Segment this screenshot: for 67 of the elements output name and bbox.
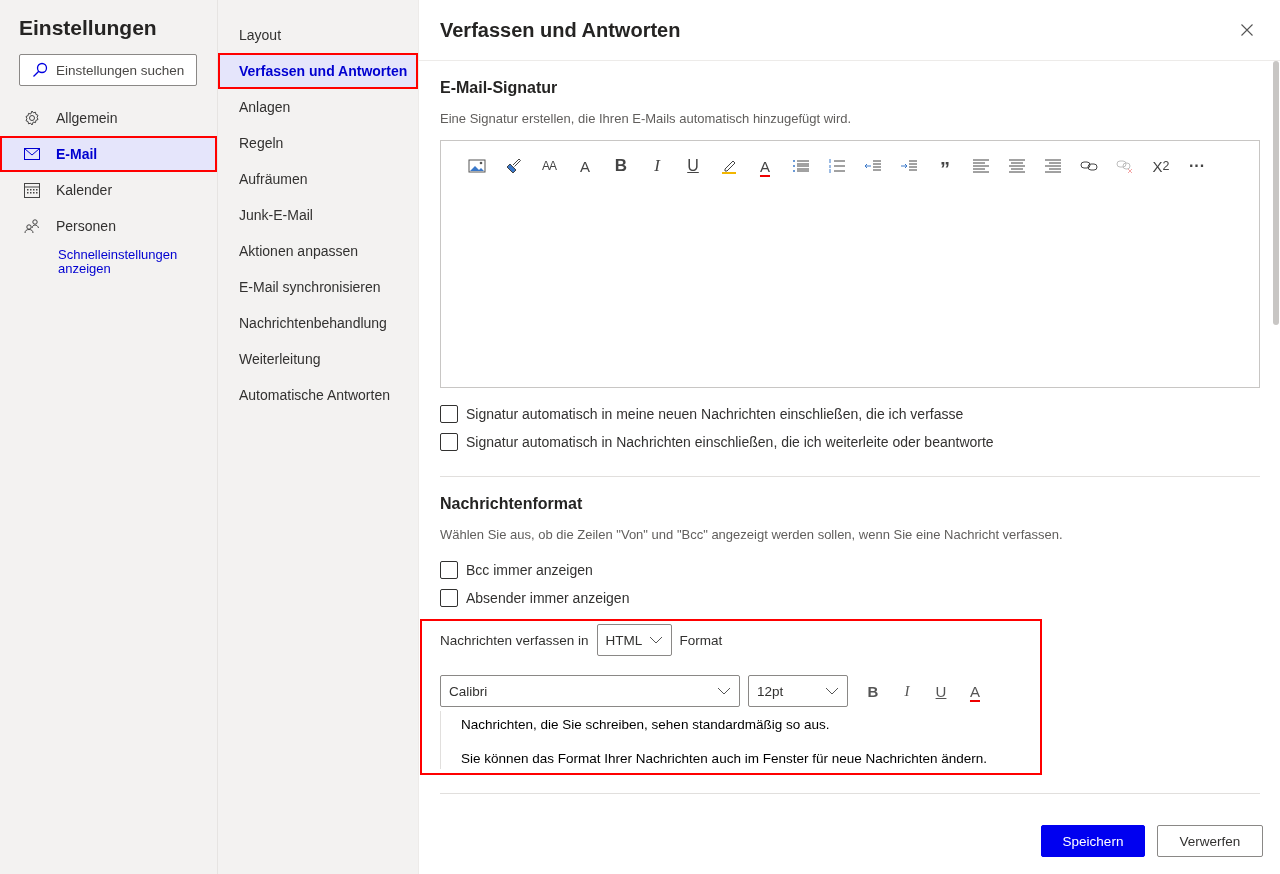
nav-item[interactable]: Kalender — [0, 172, 217, 208]
fontcolor-button[interactable]: A — [747, 156, 783, 176]
preview-text: Sie können das Format Ihrer Nachrichten auch im Fenster für neue Nachrichten ändern. — [461, 750, 989, 768]
nav-item[interactable]: Allgemein — [0, 100, 217, 136]
mail-icon — [24, 148, 40, 160]
section-description: Eine Signatur erstellen, die Ihren E-Mails automatisch hinzugefügt wird. — [440, 111, 853, 126]
image-icon[interactable] — [468, 156, 486, 176]
subnav-item[interactable]: Weiterleitung — [218, 341, 418, 377]
checkbox[interactable] — [440, 561, 458, 579]
chevron-down-icon — [648, 636, 663, 644]
font-size-dropdown[interactable]: 12pt — [748, 675, 848, 707]
compose-label: Nachrichten verfassen in — [440, 632, 589, 648]
nav-item[interactable]: Personen — [0, 208, 217, 244]
chevron-down-icon — [825, 687, 839, 695]
subnav-item[interactable]: Junk-E-Mail — [218, 197, 418, 233]
subnav-item[interactable]: Anlagen — [218, 89, 418, 125]
subnav-item[interactable]: Verfassen und Antworten — [218, 53, 418, 89]
subnav-item[interactable]: E-Mail synchronisieren — [218, 269, 418, 305]
subnav-item[interactable]: Automatische Antworten — [218, 377, 418, 413]
alignleft-icon[interactable] — [972, 156, 990, 176]
checkbox[interactable] — [440, 433, 458, 451]
panel-title: Verfassen und Antworten — [440, 18, 681, 42]
discard-button[interactable]: Verwerfen — [1157, 825, 1263, 857]
bold-button[interactable]: B — [603, 156, 639, 176]
section-heading: Nachrichtenformat — [440, 495, 584, 513]
search-field[interactable]: Einstellungen suchen — [19, 54, 197, 86]
people-icon — [24, 218, 40, 234]
calendar-icon — [24, 182, 40, 198]
subnav-item[interactable]: Layout — [218, 17, 418, 53]
font-dropdown[interactable]: Calibri — [440, 675, 740, 707]
quick-settings-link[interactable]: Schnelleinstellungen anzeigen — [0, 248, 198, 276]
checkbox-label: Signatur automatisch in meine neuen Nachrichten einschließen, die ich verfasse — [466, 406, 964, 422]
section-heading: E-Mail-Signatur — [440, 79, 559, 97]
format-dropdown[interactable]: HTML — [596, 624, 672, 656]
section-description: Wählen Sie aus, ob die Zeilen "Von" und "Bcc" angezeigt werden sollen, wenn Sie eine Nachricht verfassen. — [440, 527, 1064, 542]
chevron-down-icon — [717, 687, 731, 695]
subnav-item[interactable]: Aufräumen — [218, 161, 418, 197]
numbers-icon[interactable] — [828, 156, 846, 176]
subnav-item[interactable]: Aktionen anpassen — [218, 233, 418, 269]
format-label: Format — [679, 632, 723, 648]
checkbox[interactable] — [440, 405, 458, 423]
fontsize-button[interactable]: AA — [531, 156, 567, 176]
bold-button[interactable]: B — [856, 682, 890, 700]
close-icon[interactable] — [1241, 24, 1253, 36]
fontcolor-button[interactable]: A — [958, 682, 992, 700]
subnav-item[interactable]: Nachrichtenbehandlung — [218, 305, 418, 341]
quote-button[interactable]: ” — [927, 153, 963, 179]
gear-icon — [24, 110, 40, 126]
checkbox-label: Signatur automatisch in Nachrichten einschließen, die ich weiterleite oder beantworte — [466, 434, 994, 450]
settings-title: Einstellungen — [18, 16, 158, 40]
alignright-icon[interactable] — [1044, 156, 1062, 176]
checkbox-label: Bcc immer anzeigen — [466, 562, 593, 578]
aligncenter-icon[interactable] — [1008, 156, 1026, 176]
checkbox[interactable] — [440, 589, 458, 607]
underline-button[interactable]: U — [924, 682, 958, 700]
nav-item[interactable]: E-Mail — [0, 136, 217, 172]
italic-button[interactable]: I — [890, 682, 924, 700]
grow-button[interactable]: A — [567, 156, 603, 176]
checkbox-label: Absender immer anzeigen — [466, 590, 630, 606]
painter-icon[interactable] — [504, 156, 522, 176]
save-button[interactable]: Speichern — [1041, 825, 1145, 857]
more-button[interactable]: ··· — [1179, 156, 1215, 176]
underline-button[interactable]: U — [675, 156, 711, 176]
italic-button[interactable]: I — [639, 156, 675, 176]
preview-text: Nachrichten, die Sie schreiben, sehen standardmäßig so aus. — [461, 716, 831, 734]
subnav-item[interactable]: Regeln — [218, 125, 418, 161]
scrollbar-thumb[interactable] — [1273, 61, 1279, 325]
